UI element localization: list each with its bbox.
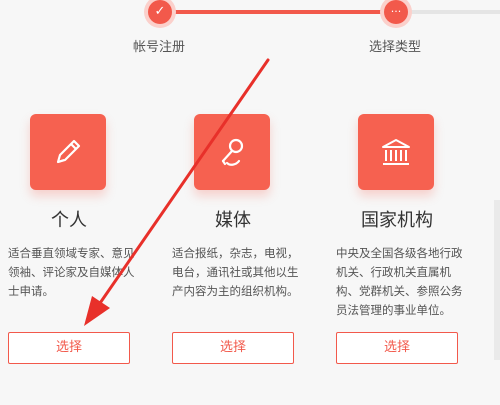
annotation-arrow <box>84 58 270 326</box>
